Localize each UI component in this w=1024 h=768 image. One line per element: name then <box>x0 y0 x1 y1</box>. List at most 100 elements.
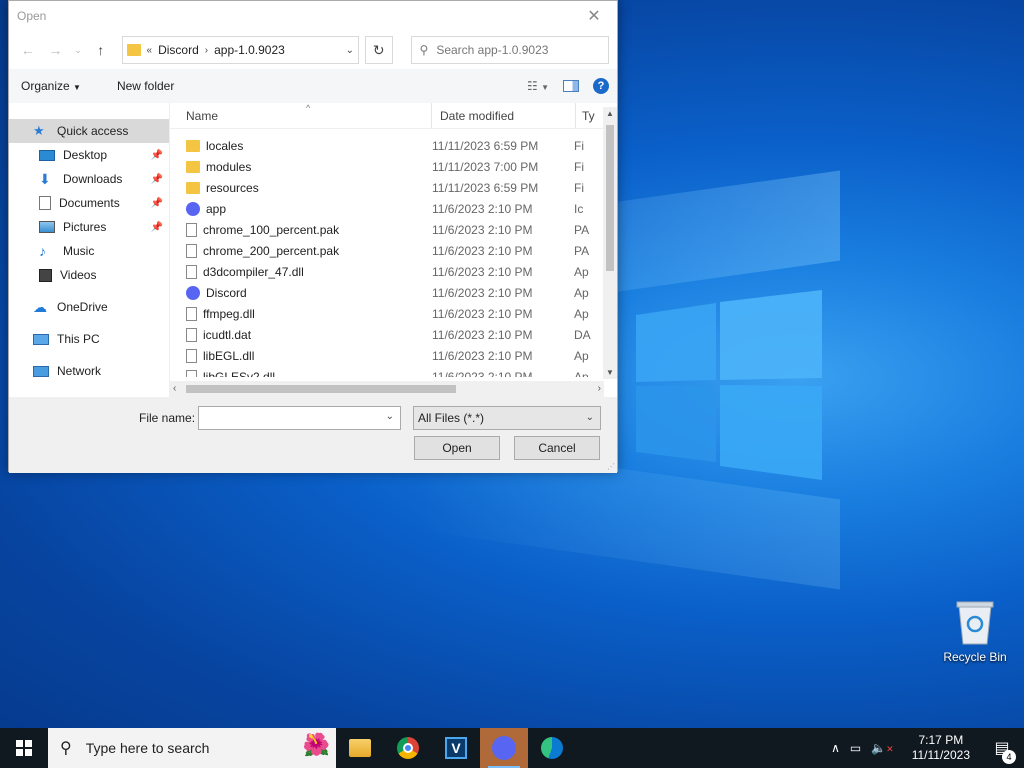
file-name-input[interactable]: ⌄ <box>198 406 401 430</box>
v-app-icon: V <box>445 737 467 759</box>
file-date-cell: 11/6/2023 2:10 PM <box>432 285 533 300</box>
new-folder-button[interactable]: New folder <box>113 75 178 97</box>
taskbar-chrome[interactable] <box>384 728 432 768</box>
file-row[interactable]: d3dcompiler_47.dll 11/6/2023 2:10 PM Ap <box>170 261 617 282</box>
scroll-down-arrow-icon[interactable]: ▼ <box>606 368 614 377</box>
search-input[interactable]: ⚲ Search app-1.0.9023 <box>410 36 609 64</box>
file-date-cell: 11/6/2023 2:10 PM <box>432 327 533 342</box>
column-date-modified[interactable]: Date modified <box>432 103 576 128</box>
column-name[interactable]: Name <box>170 103 432 128</box>
file-row[interactable]: chrome_200_percent.pak 11/6/2023 2:10 PM P… <box>170 240 617 261</box>
chevron-down-icon[interactable]: ⌄ <box>72 38 84 62</box>
open-button[interactable]: Open <box>414 436 500 460</box>
file-row[interactable]: chrome_100_percent.pak 11/6/2023 2:10 PM P… <box>170 219 617 240</box>
nav-item-downloads[interactable]: ⬇ Downloads 📌 <box>9 167 169 191</box>
file-row[interactable]: modules 11/11/2023 7:00 PM Fi <box>170 156 617 177</box>
nav-item-desktop[interactable]: Desktop 📌 <box>9 143 169 167</box>
breadcrumb-overflow[interactable]: « <box>147 45 153 56</box>
discord-icon <box>186 285 200 300</box>
file-name-cell: chrome_200_percent.pak <box>170 243 430 258</box>
file-row[interactable]: locales 11/11/2023 6:59 PM Fi <box>170 135 617 156</box>
nav-item-quick-access[interactable]: ★ Quick access <box>9 119 169 143</box>
file-rows: locales 11/11/2023 6:59 PM Fi modules 11/11/… <box>170 129 617 377</box>
pin-icon[interactable]: 📌 <box>151 150 163 161</box>
file-row[interactable]: icudtl.dat 11/6/2023 2:10 PM DA <box>170 324 617 345</box>
dll-file-icon <box>186 306 197 321</box>
file-row[interactable]: libEGL.dll 11/6/2023 2:10 PM Ap <box>170 345 617 366</box>
up-arrow-icon[interactable]: ↑ <box>90 38 112 62</box>
column-type[interactable]: Ty <box>576 103 600 128</box>
breadcrumb-app-folder[interactable]: app-1.0.9023 <box>214 43 285 57</box>
search-icon: ⚲ <box>419 43 429 57</box>
nav-item-network[interactable]: Network <box>9 359 169 383</box>
file-name-text: chrome_200_percent.pak <box>203 243 340 258</box>
start-button[interactable] <box>0 728 48 768</box>
nav-item-documents[interactable]: Documents 📌 <box>9 191 169 215</box>
caret-down-icon: ▼ <box>73 83 81 92</box>
nav-item-pictures[interactable]: Pictures 📌 <box>9 215 169 239</box>
file-type-cell: Ap <box>574 285 589 300</box>
file-name-cell: icudtl.dat <box>170 327 430 342</box>
taskbar-clock[interactable]: 7:17 PM 11/11/2023 <box>904 733 978 763</box>
taskbar-edge[interactable] <box>528 728 576 768</box>
scrollbar-thumb[interactable] <box>606 125 614 271</box>
notification-center-button[interactable]: ▤ 4 <box>988 738 1016 764</box>
file-date-cell: 11/6/2023 2:10 PM <box>432 348 533 363</box>
download-icon: ⬇ <box>39 171 51 187</box>
view-options-icon[interactable]: ☷ ▼ <box>527 79 549 93</box>
address-bar[interactable]: « Discord › app-1.0.9023 ⌄ <box>121 36 360 64</box>
resize-grip-icon[interactable]: ⋰ <box>607 462 615 471</box>
scroll-left-arrow-icon[interactable]: ‹ <box>173 383 176 394</box>
organize-label: Organize <box>21 79 70 93</box>
taskbar-discord[interactable] <box>480 728 528 768</box>
file-type-cell: DA <box>574 327 591 342</box>
help-icon[interactable]: ? <box>593 78 609 94</box>
taskbar-file-explorer[interactable] <box>336 728 384 768</box>
chevron-up-icon[interactable]: ∧ <box>831 741 840 755</box>
file-row[interactable]: Discord 11/6/2023 2:10 PM Ap <box>170 282 617 303</box>
dialog-footer: File name: ⌄ All Files (*.*) ⌄ Open Canc… <box>9 397 617 473</box>
nav-item-music[interactable]: ♪ Music <box>9 239 169 263</box>
chevron-down-icon[interactable]: ⌄ <box>586 412 594 423</box>
file-type-cell: Ic <box>574 201 584 216</box>
pin-icon[interactable]: 📌 <box>151 174 163 185</box>
file-row[interactable]: resources 11/11/2023 6:59 PM Fi <box>170 177 617 198</box>
cancel-button[interactable]: Cancel <box>514 436 600 460</box>
vertical-scrollbar[interactable]: ▲ ▼ <box>603 107 617 379</box>
preview-pane-icon[interactable] <box>563 80 579 92</box>
nav-item-this-pc[interactable]: This PC <box>9 327 169 351</box>
back-arrow-icon[interactable]: ← <box>17 38 39 62</box>
file-row[interactable]: app 11/6/2023 2:10 PM Ic <box>170 198 617 219</box>
forward-arrow-icon[interactable]: → <box>45 38 67 62</box>
file-type-value: All Files (*.*) <box>418 411 485 425</box>
scroll-up-arrow-icon[interactable]: ▲ <box>606 109 614 118</box>
scroll-right-arrow-icon[interactable]: › <box>598 383 601 394</box>
taskbar-search-placeholder: Type here to search <box>85 740 210 756</box>
nav-label: Pictures <box>63 220 107 234</box>
taskbar-vscode-app[interactable]: V <box>432 728 480 768</box>
pin-icon[interactable]: 📌 <box>151 222 163 233</box>
chevron-down-icon[interactable]: ⌄ <box>386 411 394 422</box>
volume-muted-icon[interactable]: 🔈✕ <box>871 741 894 755</box>
breadcrumb-discord[interactable]: Discord <box>158 43 199 57</box>
file-row[interactable]: libGLESv2.dll 11/6/2023 2:10 PM Ap <box>170 366 617 377</box>
taskbar-search-box[interactable]: ⚲ Type here to search 🌺 <box>48 728 336 768</box>
refresh-icon[interactable]: ↻ <box>365 36 393 64</box>
close-icon[interactable]: ✕ <box>579 1 609 31</box>
file-date-cell: 11/6/2023 2:10 PM <box>432 264 533 279</box>
pin-icon[interactable]: 📌 <box>151 198 163 209</box>
horizontal-scrollbar[interactable]: ‹ › <box>170 381 604 397</box>
organize-button[interactable]: Organize ▼ <box>17 75 85 97</box>
nav-item-videos[interactable]: Videos <box>9 263 169 287</box>
file-type-cell: PA <box>574 243 590 258</box>
file-row[interactable]: ffmpeg.dll 11/6/2023 2:10 PM Ap <box>170 303 617 324</box>
scrollbar-thumb[interactable] <box>186 385 456 393</box>
nav-item-onedrive[interactable]: ☁ OneDrive <box>9 295 169 319</box>
network-icon[interactable]: ▭ <box>850 741 861 755</box>
folder-icon <box>349 739 371 757</box>
poppy-doodle-icon[interactable]: 🌺 <box>303 732 330 758</box>
chevron-down-icon[interactable]: ⌄ <box>346 45 354 56</box>
recycle-bin[interactable]: Recycle Bin <box>940 600 1010 664</box>
file-type-select[interactable]: All Files (*.*) ⌄ <box>413 406 601 430</box>
notification-count-badge: 4 <box>1002 750 1016 764</box>
